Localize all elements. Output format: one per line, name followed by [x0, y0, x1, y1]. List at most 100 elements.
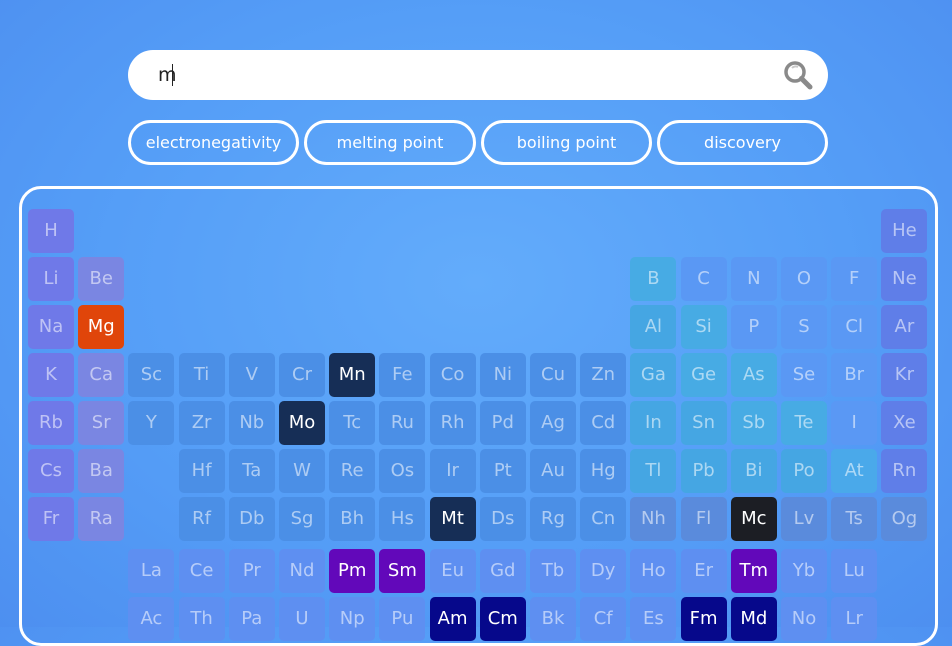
element-fl[interactable]: Fl — [680, 497, 727, 541]
element-pr[interactable]: Pr — [228, 549, 275, 593]
element-h[interactable]: H — [28, 209, 74, 253]
element-tc[interactable]: Tc — [329, 401, 376, 445]
element-re[interactable]: Re — [329, 449, 376, 493]
element-rn[interactable]: Rn — [881, 449, 928, 493]
filter-melting-point-button[interactable]: melting point — [304, 120, 476, 165]
element-hf[interactable]: Hf — [178, 449, 225, 493]
element-he[interactable]: He — [881, 209, 928, 253]
element-cd[interactable]: Cd — [580, 401, 627, 445]
element-mg[interactable]: Mg — [78, 305, 125, 349]
element-f[interactable]: F — [831, 257, 878, 301]
element-te[interactable]: Te — [781, 401, 827, 445]
element-zr[interactable]: Zr — [178, 401, 225, 445]
search-input[interactable]: m — [158, 63, 177, 87]
element-br[interactable]: Br — [831, 353, 878, 397]
element-kr[interactable]: Kr — [881, 353, 928, 397]
element-ce[interactable]: Ce — [178, 549, 225, 593]
element-pm[interactable]: Pm — [329, 549, 376, 593]
element-se[interactable]: Se — [781, 353, 827, 397]
element-bh[interactable]: Bh — [329, 497, 376, 541]
filter-electronegativity-button[interactable]: electronegativity — [128, 120, 299, 165]
element-la[interactable]: La — [128, 549, 175, 593]
element-rg[interactable]: Rg — [530, 497, 576, 541]
element-th[interactable]: Th — [178, 597, 225, 641]
search-icon[interactable] — [782, 59, 814, 91]
element-ag[interactable]: Ag — [530, 401, 576, 445]
element-ir[interactable]: Ir — [429, 449, 476, 493]
element-ga[interactable]: Ga — [630, 353, 677, 397]
element-cl[interactable]: Cl — [831, 305, 878, 349]
element-cn[interactable]: Cn — [580, 497, 627, 541]
element-fe[interactable]: Fe — [379, 353, 426, 397]
element-eu[interactable]: Eu — [429, 549, 476, 593]
element-sm[interactable]: Sm — [379, 549, 426, 593]
element-yb[interactable]: Yb — [781, 549, 827, 593]
element-in[interactable]: In — [630, 401, 677, 445]
element-db[interactable]: Db — [228, 497, 275, 541]
element-n[interactable]: N — [730, 257, 777, 301]
element-tl[interactable]: Tl — [630, 449, 677, 493]
element-ba[interactable]: Ba — [78, 449, 125, 493]
element-ti[interactable]: Ti — [178, 353, 225, 397]
element-cs[interactable]: Cs — [28, 449, 74, 493]
element-po[interactable]: Po — [781, 449, 827, 493]
element-w[interactable]: W — [279, 449, 325, 493]
element-li[interactable]: Li — [28, 257, 74, 301]
element-hs[interactable]: Hs — [379, 497, 426, 541]
element-i[interactable]: I — [831, 401, 878, 445]
element-rh[interactable]: Rh — [429, 401, 476, 445]
element-pu[interactable]: Pu — [379, 597, 426, 641]
filter-discovery-button[interactable]: discovery — [657, 120, 828, 165]
element-si[interactable]: Si — [680, 305, 727, 349]
element-sn[interactable]: Sn — [680, 401, 727, 445]
element-be[interactable]: Be — [78, 257, 125, 301]
element-tb[interactable]: Tb — [530, 549, 576, 593]
element-ar[interactable]: Ar — [881, 305, 928, 349]
element-mc[interactable]: Mc — [730, 497, 777, 541]
element-y[interactable]: Y — [128, 401, 175, 445]
element-p[interactable]: P — [730, 305, 777, 349]
element-es[interactable]: Es — [630, 597, 677, 641]
element-cf[interactable]: Cf — [580, 597, 627, 641]
element-lv[interactable]: Lv — [781, 497, 827, 541]
element-k[interactable]: K — [28, 353, 74, 397]
element-u[interactable]: U — [279, 597, 325, 641]
element-au[interactable]: Au — [530, 449, 576, 493]
search-bar[interactable]: m — [128, 50, 828, 100]
element-pt[interactable]: Pt — [479, 449, 526, 493]
element-fr[interactable]: Fr — [28, 497, 74, 541]
element-og[interactable]: Og — [881, 497, 928, 541]
element-sc[interactable]: Sc — [128, 353, 175, 397]
element-cm[interactable]: Cm — [479, 597, 526, 641]
element-ca[interactable]: Ca — [78, 353, 125, 397]
element-sb[interactable]: Sb — [730, 401, 777, 445]
element-nh[interactable]: Nh — [630, 497, 677, 541]
element-no[interactable]: No — [781, 597, 827, 641]
filter-boiling-point-button[interactable]: boiling point — [481, 120, 652, 165]
element-am[interactable]: Am — [429, 597, 476, 641]
element-ne[interactable]: Ne — [881, 257, 928, 301]
element-nb[interactable]: Nb — [228, 401, 275, 445]
element-hg[interactable]: Hg — [580, 449, 627, 493]
element-os[interactable]: Os — [379, 449, 426, 493]
element-ru[interactable]: Ru — [379, 401, 426, 445]
element-ac[interactable]: Ac — [128, 597, 175, 641]
element-sr[interactable]: Sr — [78, 401, 125, 445]
element-mt[interactable]: Mt — [429, 497, 476, 541]
element-na[interactable]: Na — [28, 305, 74, 349]
element-rb[interactable]: Rb — [28, 401, 74, 445]
element-ra[interactable]: Ra — [78, 497, 125, 541]
element-b[interactable]: B — [630, 257, 677, 301]
element-dy[interactable]: Dy — [580, 549, 627, 593]
element-ge[interactable]: Ge — [680, 353, 727, 397]
element-rf[interactable]: Rf — [178, 497, 225, 541]
element-tm[interactable]: Tm — [730, 549, 777, 593]
element-mo[interactable]: Mo — [279, 401, 325, 445]
element-nd[interactable]: Nd — [279, 549, 325, 593]
element-zn[interactable]: Zn — [580, 353, 627, 397]
element-ts[interactable]: Ts — [831, 497, 878, 541]
element-al[interactable]: Al — [630, 305, 677, 349]
element-pd[interactable]: Pd — [479, 401, 526, 445]
element-md[interactable]: Md — [730, 597, 777, 641]
element-co[interactable]: Co — [429, 353, 476, 397]
